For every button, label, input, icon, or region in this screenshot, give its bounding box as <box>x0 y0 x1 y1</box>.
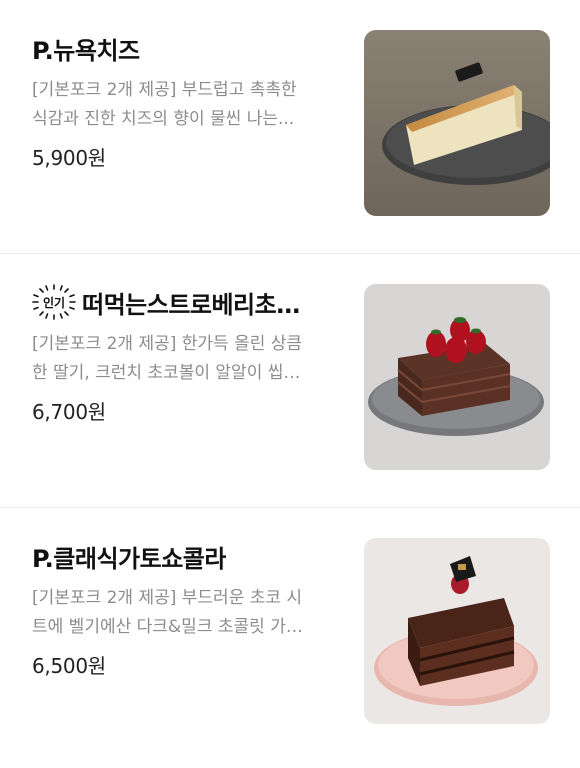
menu-item-description: [기본포크 2개 제공] 한가득 올린 상큼 한 딸기, 크런치 초코볼이 알알… <box>32 330 342 388</box>
menu-item-description: [기본포크 2개 제공] 부드러운 초코 시 트에 벨기에산 다크&밀크 초콜릿… <box>32 584 342 642</box>
description-line: 식감과 진한 치즈의 향이 물씬 나는... <box>32 109 295 129</box>
cheesecake-image[interactable] <box>364 30 550 216</box>
menu-item-text: 인기 떠먹는스트로베리초… [기본포크 2개 제공] 한가득 올린 상큼 한 딸… <box>32 284 342 425</box>
title-row: P.뉴욕치즈 <box>32 30 342 66</box>
popular-badge-label: 인기 <box>42 295 66 310</box>
gateau-chocolat-image[interactable] <box>364 538 550 724</box>
menu-item-newyork-cheese[interactable]: P.뉴욕치즈 [기본포크 2개 제공] 부드럽고 촉촉한 식감과 진한 치즈의 … <box>0 0 580 254</box>
menu-item-price: 5,900원 <box>32 146 106 170</box>
menu-item-price: 6,500원 <box>32 654 106 678</box>
description-line: 한 딸기, 크런치 초코볼이 알알이 씹… <box>32 363 301 383</box>
menu-item-gateau-chocolat[interactable]: P.클래식가토쇼콜라 [기본포크 2개 제공] 부드러운 초코 시 트에 벨기에… <box>0 508 580 762</box>
menu-item-description: [기본포크 2개 제공] 부드럽고 촉촉한 식감과 진한 치즈의 향이 물씬 나… <box>32 76 342 134</box>
menu-list: P.뉴욕치즈 [기본포크 2개 제공] 부드럽고 촉촉한 식감과 진한 치즈의 … <box>0 0 580 762</box>
description-line: [기본포크 2개 제공] 한가득 올린 상큼 <box>32 334 303 354</box>
menu-item-price: 6,700원 <box>32 400 106 424</box>
menu-item-title: P.뉴욕치즈 <box>32 36 140 65</box>
strawberry-chocolate-cake-image[interactable] <box>364 284 550 470</box>
description-line: 트에 벨기에산 다크&밀크 초콜릿 가… <box>32 617 303 637</box>
menu-item-title: 떠먹는스트로베리초… <box>82 290 300 319</box>
menu-item-text: P.클래식가토쇼콜라 [기본포크 2개 제공] 부드러운 초코 시 트에 벨기에… <box>32 538 342 679</box>
menu-item-title: P.클래식가토쇼콜라 <box>32 544 226 573</box>
menu-item-strawberry-chocolate[interactable]: 인기 떠먹는스트로베리초… [기본포크 2개 제공] 한가득 올린 상큼 한 딸… <box>0 254 580 508</box>
menu-item-text: P.뉴욕치즈 [기본포크 2개 제공] 부드럽고 촉촉한 식감과 진한 치즈의 … <box>32 30 342 171</box>
title-row: P.클래식가토쇼콜라 <box>32 538 342 574</box>
description-line: [기본포크 2개 제공] 부드럽고 촉촉한 <box>32 80 297 100</box>
description-line: [기본포크 2개 제공] 부드러운 초코 시 <box>32 588 303 608</box>
popular-badge: 인기 <box>32 284 76 320</box>
title-row: 인기 떠먹는스트로베리초… <box>32 284 342 320</box>
